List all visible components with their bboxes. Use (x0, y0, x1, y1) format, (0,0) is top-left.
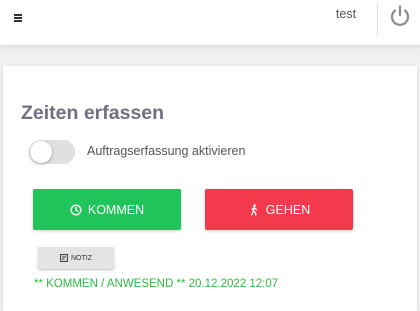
gehen-button-label: GEHEN (265, 202, 311, 217)
card-title: Zeiten erfassen (21, 102, 165, 124)
order-entry-toggle[interactable] (29, 140, 75, 164)
order-entry-toggle-label: Auftragserfassung aktivieren (87, 144, 246, 158)
clock-icon (70, 203, 82, 216)
username-label: test (335, 7, 357, 21)
gehen-button[interactable]: GEHEN (205, 189, 353, 230)
attendance-status: ** KOMMEN / ANWESEND ** 20.12.2022 12:07 (34, 278, 279, 290)
notiz-button-label: NOTIZ (71, 254, 92, 262)
walking-person-icon (248, 203, 260, 216)
notiz-button[interactable]: NOTIZ (38, 247, 114, 269)
power-icon[interactable] (388, 4, 412, 28)
kommen-button-label: KOMMEN (87, 202, 145, 217)
kommen-button[interactable]: KOMMEN (33, 189, 181, 230)
toggle-knob (30, 141, 52, 163)
note-icon (60, 254, 68, 262)
header-divider (377, 4, 378, 35)
hamburger-menu-icon[interactable] (14, 14, 22, 22)
time-entry-card: Zeiten erfassen Auftragserfassung aktivi… (3, 66, 417, 311)
top-bar: test (0, 0, 420, 45)
